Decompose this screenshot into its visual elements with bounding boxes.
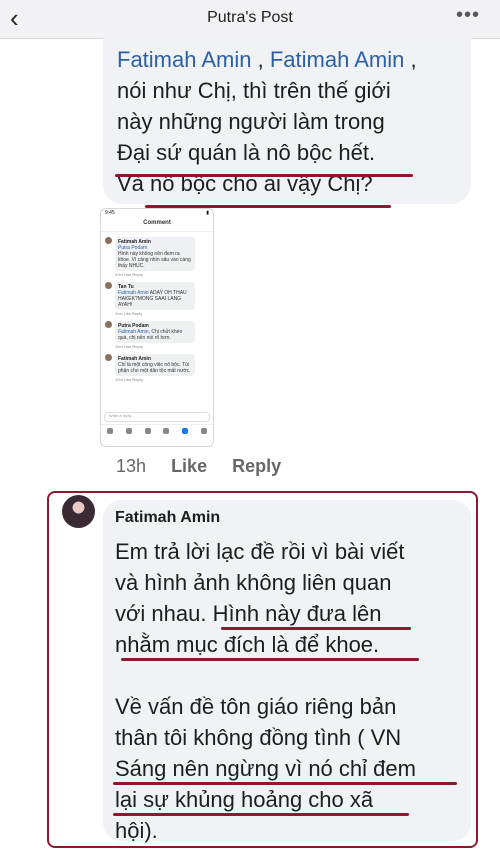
- comment-meta: 10m Like Reply: [115, 377, 143, 382]
- home-icon: [107, 428, 114, 434]
- top-bar: ‹ Putra's Post •••: [0, 0, 500, 39]
- page-title: Putra's Post: [207, 9, 293, 26]
- mention-link[interactable]: Fatimah Amin: [117, 47, 252, 72]
- menu-icon: [200, 428, 207, 434]
- comment-line: lại sự khủng hoảng cho xã: [115, 787, 374, 812]
- avatar: [105, 354, 112, 361]
- comment-text-fragment: ,: [404, 47, 417, 72]
- thumbnail-comment: Fatimah Amin Chỉ là một công việc nô bộc.…: [105, 354, 209, 376]
- comment-line: Đại sứ quán là nô bộc hết.: [117, 140, 376, 165]
- highlight-underline: [221, 627, 411, 630]
- avatar: [105, 321, 112, 328]
- comment-line: Em trả lời lạc đề rồi vì bài viết: [115, 539, 405, 564]
- thumbnail-title: Comment: [101, 220, 213, 232]
- thumbnail-status-bar: 9:45 ▮: [101, 209, 213, 220]
- reply-button[interactable]: Reply: [232, 456, 281, 476]
- groups-icon: [144, 428, 151, 434]
- mention-link[interactable]: Fatimah Amin: [270, 47, 405, 72]
- avatar: [105, 237, 112, 244]
- comment-text-fragment: ,: [251, 47, 270, 72]
- notifications-icon: [181, 428, 188, 434]
- comment-line: thân tôi không đồng tình ( VN: [115, 725, 402, 750]
- thumbnail-comment: Putra Podam Fatimah Amin, Chị chửi khéo q…: [105, 321, 209, 343]
- comment-bubble: Fatimah Amin , Fatimah Amin , nói như Ch…: [103, 38, 471, 208]
- comment-line: Và nô bộc cho ai vậy Chị?: [117, 171, 373, 196]
- avatar[interactable]: [62, 495, 95, 528]
- comment-line: hội).: [115, 818, 158, 843]
- reply-comment-bubble: Fatimah Amin Em trả lời lạc đề rồi vì bà…: [103, 500, 471, 843]
- thumbnail-time: 9:45: [105, 210, 115, 216]
- comment-meta: 10m Like Reply: [115, 344, 143, 349]
- battery-icon: ▮: [206, 210, 209, 216]
- highlight-underline: [113, 782, 457, 785]
- comment-line: này những người làm trong: [117, 109, 385, 134]
- comment-text: Hình này không nên đem ra khoe. Vì càng …: [118, 251, 191, 269]
- comment-line: nhằm mục đích là để khoe.: [115, 632, 380, 657]
- avatar: [105, 282, 112, 289]
- comment-line: và hình ảnh không liên quan: [115, 570, 392, 595]
- comment-meta: 11m Like Reply: [115, 311, 143, 316]
- thumbnail-nav-bar: [101, 424, 213, 444]
- comment-meta: 20m Like Reply: [115, 272, 143, 277]
- comment-time: 13h: [116, 456, 147, 476]
- gaming-icon: [163, 428, 170, 434]
- comment-line: nói như Chị, thì trên thế giới: [117, 78, 391, 103]
- like-button[interactable]: Like: [171, 456, 207, 476]
- comment-line: Sáng nên ngừng vì nó chỉ đem: [115, 756, 416, 781]
- highlight-underline: [121, 658, 419, 661]
- comment-line: Về vấn đề tôn giáo riêng bản: [115, 694, 397, 719]
- thumbnail-comment: Tan Tu Fatimah Amin ADAY OH THAU HAKEK?MO…: [105, 282, 209, 310]
- commenter-name[interactable]: Fatimah Amin: [115, 509, 220, 527]
- video-icon: [125, 428, 132, 434]
- reply-input: Write a reply...: [104, 412, 210, 422]
- comment-actions: 13h Like Reply: [116, 456, 301, 477]
- comment-text: Chỉ là một công việc nô bộc. Tùi phận ch…: [118, 362, 191, 374]
- comment-text: Em trả lời lạc đề rồi vì bài viết và hìn…: [115, 536, 465, 846]
- highlight-underline: [113, 813, 409, 816]
- thumbnail-comment: Fatimah Amin Putra Podam Hình này không nê…: [105, 237, 209, 271]
- comment-line: với nhau. Hình này đưa lên: [115, 601, 382, 626]
- highlight-underline: [115, 174, 413, 177]
- more-options-icon[interactable]: •••: [456, 4, 480, 27]
- screenshot-thumbnail[interactable]: 9:45 ▮ Comment Fatimah Amin Putra Podam Hìn…: [100, 208, 214, 447]
